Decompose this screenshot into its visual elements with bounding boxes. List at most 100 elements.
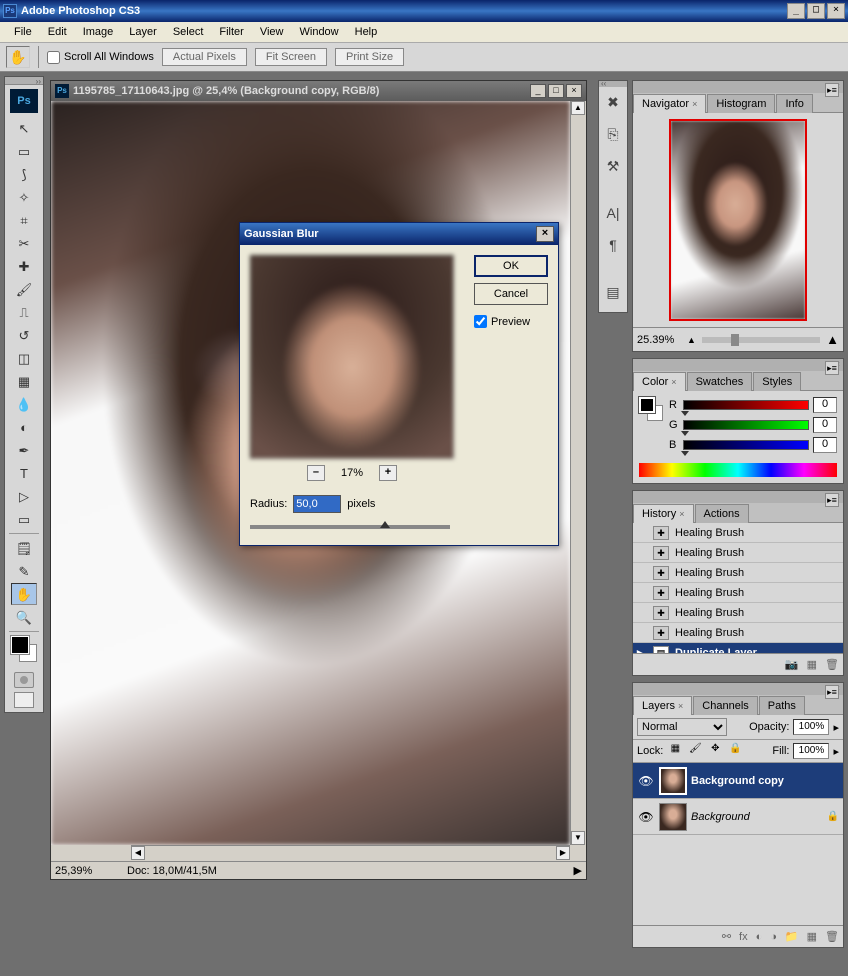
dock-collapse[interactable]: ‹‹ — [599, 81, 627, 87]
menu-filter[interactable]: Filter — [211, 24, 251, 40]
delete-state-icon[interactable]: 🗑 — [825, 658, 839, 671]
zoom-tool[interactable]: 🔍 — [11, 606, 37, 628]
marquee-tool[interactable]: ▭ — [11, 140, 37, 162]
layer-row[interactable]: 👁 Background copy — [633, 763, 843, 799]
screen-mode-button[interactable] — [14, 692, 34, 708]
g-value[interactable]: 0 — [813, 417, 837, 433]
blur-preview[interactable] — [250, 255, 454, 459]
history-item[interactable]: ✚Healing Brush — [633, 523, 843, 543]
doc-maximize[interactable]: □ — [548, 84, 564, 98]
tab-layers[interactable]: Layers× — [633, 696, 692, 715]
r-value[interactable]: 0 — [813, 397, 837, 413]
foreground-color[interactable] — [11, 636, 29, 654]
palette-collapse[interactable]: – × — [633, 359, 843, 371]
layer-name[interactable]: Background copy — [691, 775, 839, 787]
tool-presets-dock-icon[interactable]: ⚒ — [601, 154, 625, 178]
g-slider[interactable] — [683, 420, 809, 430]
palette-menu-icon[interactable]: ▸≡ — [825, 685, 839, 699]
history-item[interactable]: ✚Healing Brush — [633, 563, 843, 583]
zoom-out-button[interactable]: – — [307, 465, 325, 481]
vertical-scrollbar[interactable]: ▲ ▼ — [570, 101, 586, 845]
layer-mask-icon[interactable]: ◐ — [756, 931, 763, 943]
move-tool[interactable]: ↖ — [11, 117, 37, 139]
eraser-tool[interactable]: ◫ — [11, 347, 37, 369]
status-arrow[interactable]: ▶ — [574, 864, 582, 877]
palette-collapse[interactable]: – × — [633, 81, 843, 93]
menu-view[interactable]: View — [252, 24, 292, 40]
r-slider[interactable] — [683, 400, 809, 410]
opacity-arrow[interactable]: ▸ — [833, 721, 839, 734]
delete-layer-icon[interactable]: 🗑 — [825, 930, 839, 943]
stamp-tool[interactable]: ⎍ — [11, 301, 37, 323]
scroll-all-input[interactable] — [47, 51, 60, 64]
document-titlebar[interactable]: Ps 1195785_17110643.jpg @ 25,4% (Backgro… — [51, 81, 586, 101]
palette-menu-icon[interactable]: ▸≡ — [825, 361, 839, 375]
blur-tool[interactable]: 💧 — [11, 393, 37, 415]
path-tool[interactable]: ▷ — [11, 485, 37, 507]
print-size-button[interactable]: Print Size — [335, 48, 404, 66]
layer-row[interactable]: 👁 Background 🔒 — [633, 799, 843, 835]
tab-color[interactable]: Color× — [633, 372, 686, 391]
link-layers-icon[interactable]: ⚯ — [722, 930, 731, 943]
dialog-titlebar[interactable]: Gaussian Blur × — [240, 223, 558, 245]
menu-edit[interactable]: Edit — [40, 24, 75, 40]
menu-layer[interactable]: Layer — [121, 24, 165, 40]
shape-tool[interactable]: ▭ — [11, 508, 37, 530]
lock-transparent-icon[interactable]: ▦ — [667, 743, 683, 759]
horizontal-scrollbar[interactable]: ◀ ▶ — [131, 845, 570, 861]
zoom-in-button[interactable]: + — [379, 465, 397, 481]
menu-window[interactable]: Window — [292, 24, 347, 40]
navigator-zoom[interactable]: 25.39% — [637, 334, 681, 346]
layer-thumbnail[interactable] — [659, 803, 687, 831]
paragraph-dock-icon[interactable]: ¶ — [601, 233, 625, 257]
brushes-dock-icon[interactable]: ✖ — [601, 90, 625, 114]
history-brush-tool[interactable]: ↺ — [11, 324, 37, 346]
color-fgbg[interactable] — [639, 397, 663, 433]
layer-thumbnail[interactable] — [659, 767, 687, 795]
preview-checkbox[interactable]: Preview — [474, 315, 548, 328]
brush-tool[interactable]: 🖌 — [11, 278, 37, 300]
blend-mode-select[interactable]: Normal — [637, 718, 727, 736]
tab-paths[interactable]: Paths — [759, 696, 805, 715]
tab-styles[interactable]: Styles — [753, 372, 801, 391]
scroll-left[interactable]: ◀ — [131, 846, 145, 860]
tab-actions[interactable]: Actions — [695, 504, 749, 523]
fill-arrow[interactable]: ▸ — [833, 745, 839, 758]
pen-tool[interactable]: ✒ — [11, 439, 37, 461]
dialog-close-button[interactable]: × — [536, 226, 554, 242]
layer-style-icon[interactable]: fx — [739, 931, 748, 943]
fill-value[interactable]: 100% — [793, 743, 829, 759]
layer-comps-dock-icon[interactable]: ▤ — [601, 280, 625, 304]
healing-tool[interactable]: ✚ — [11, 255, 37, 277]
cancel-button[interactable]: Cancel — [474, 283, 548, 305]
slice-tool[interactable]: ✂ — [11, 232, 37, 254]
color-swatch[interactable] — [9, 636, 39, 668]
lock-all-icon[interactable]: 🔒 — [727, 743, 743, 759]
preview-check-input[interactable] — [474, 315, 487, 328]
doc-close[interactable]: × — [566, 84, 582, 98]
b-value[interactable]: 0 — [813, 437, 837, 453]
b-slider[interactable] — [683, 440, 809, 450]
history-item[interactable]: ✚Healing Brush — [633, 543, 843, 563]
radius-slider[interactable] — [250, 525, 450, 529]
lasso-tool[interactable]: ⟆ — [11, 163, 37, 185]
palette-collapse[interactable]: – × — [633, 491, 843, 503]
tab-swatches[interactable]: Swatches — [687, 372, 753, 391]
menu-help[interactable]: Help — [347, 24, 386, 40]
palette-menu-icon[interactable]: ▸≡ — [825, 493, 839, 507]
gradient-tool[interactable]: ▦ — [11, 370, 37, 392]
opacity-value[interactable]: 100% — [793, 719, 829, 735]
radius-input[interactable] — [293, 495, 341, 513]
scroll-right[interactable]: ▶ — [556, 846, 570, 860]
color-spectrum[interactable] — [639, 463, 837, 477]
scroll-up[interactable]: ▲ — [571, 101, 585, 115]
palette-menu-icon[interactable]: ▸≡ — [825, 83, 839, 97]
tab-channels[interactable]: Channels — [693, 696, 757, 715]
tab-histogram[interactable]: Histogram — [707, 94, 775, 113]
tab-navigator[interactable]: Navigator× — [633, 94, 706, 113]
layer-group-icon[interactable]: 📁 — [785, 930, 799, 943]
menu-file[interactable]: File — [6, 24, 40, 40]
maximize-button[interactable]: □ — [807, 3, 825, 19]
notes-tool[interactable]: 🗒 — [11, 537, 37, 559]
lock-position-icon[interactable]: ✥ — [707, 743, 723, 759]
